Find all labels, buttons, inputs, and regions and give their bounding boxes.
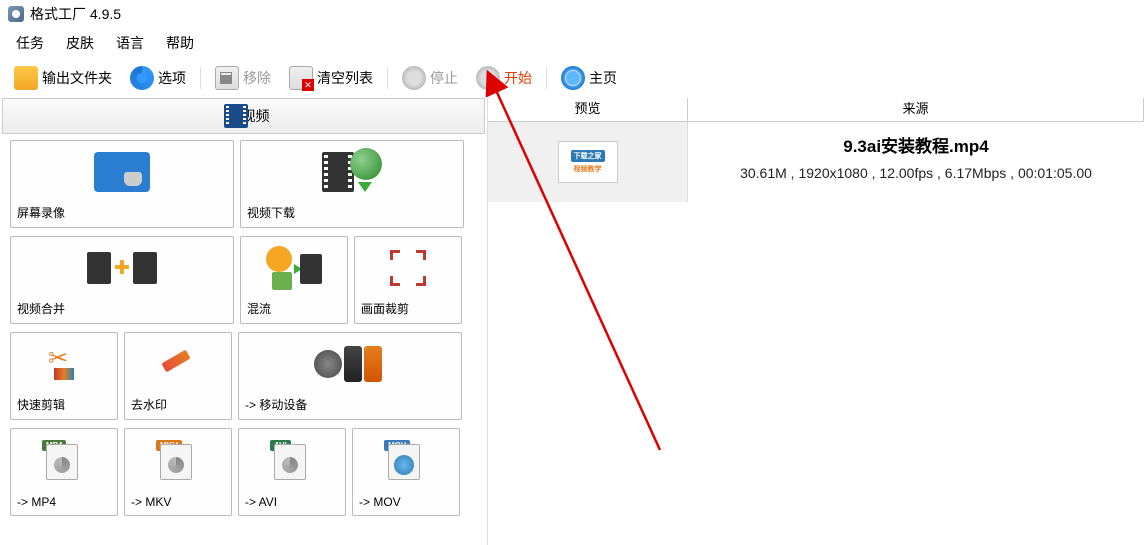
tile-remove-watermark[interactable]: 去水印 [124, 332, 232, 420]
tile-to-mobile[interactable]: -> 移动设备 [238, 332, 462, 420]
toolbar: 输出文件夹 选项 移除 清空列表 停止 开始 主页 [0, 58, 1144, 98]
tile-label: -> 移动设备 [243, 396, 457, 413]
left-pane: 视频 屏幕录像 视频下载 视频合并 混流 画面裁剪 [0, 98, 488, 545]
gear-icon [130, 66, 154, 90]
menu-lang[interactable]: 语言 [106, 30, 154, 56]
remove-label: 移除 [243, 68, 271, 88]
home-label: 主页 [589, 68, 617, 88]
tile-video-merge[interactable]: 视频合并 [10, 236, 234, 324]
folder-icon [14, 66, 38, 90]
thumbnail: 下载之家 视频教学 [558, 141, 618, 183]
app-title: 格式工厂 4.9.5 [30, 4, 121, 24]
tile-label: 混流 [245, 300, 343, 317]
category-bar-video[interactable]: 视频 [2, 98, 485, 134]
output-folder-button[interactable]: 输出文件夹 [6, 62, 120, 94]
output-folder-label: 输出文件夹 [42, 68, 112, 88]
column-preview[interactable]: 预览 [488, 98, 688, 121]
tile-to-mov[interactable]: MOV -> MOV [352, 428, 460, 516]
tile-crop[interactable]: 画面裁剪 [354, 236, 462, 324]
tile-video-download[interactable]: 视频下载 [240, 140, 464, 228]
tile-label: 屏幕录像 [15, 204, 229, 221]
clear-list-button[interactable]: 清空列表 [281, 62, 381, 94]
file-name: 9.3ai安装教程.mp4 [708, 132, 1124, 157]
column-headers: 预览 来源 [488, 98, 1144, 122]
menu-skin[interactable]: 皮肤 [56, 30, 104, 56]
column-source[interactable]: 来源 [688, 98, 1144, 121]
separator [387, 67, 388, 89]
document-x-icon [289, 66, 313, 90]
menubar: 任务 皮肤 语言 帮助 [0, 28, 1144, 58]
file-info: 30.61M , 1920x1080 , 12.00fps , 6.17Mbps… [708, 165, 1124, 181]
tile-grid: 屏幕录像 视频下载 视频合并 混流 画面裁剪 快速剪辑 [0, 134, 487, 522]
tile-mix[interactable]: 混流 [240, 236, 348, 324]
tile-quick-edit[interactable]: 快速剪辑 [10, 332, 118, 420]
gear-play-icon [476, 66, 500, 90]
tile-label: 去水印 [129, 396, 227, 413]
file-row[interactable]: 下载之家 视频教学 9.3ai安装教程.mp4 30.61M , 1920x10… [488, 122, 1144, 202]
app-icon [8, 6, 24, 22]
separator [200, 67, 201, 89]
separator [546, 67, 547, 89]
home-button[interactable]: 主页 [553, 62, 625, 94]
menu-help[interactable]: 帮助 [156, 30, 204, 56]
gear-stop-icon [402, 66, 426, 90]
start-button[interactable]: 开始 [468, 62, 540, 94]
right-pane: 预览 来源 下载之家 视频教学 9.3ai安装教程.mp4 30.61M , 1… [488, 98, 1144, 545]
stop-label: 停止 [430, 68, 458, 88]
tile-label: -> MKV [129, 495, 227, 509]
tile-label: 画面裁剪 [359, 300, 457, 317]
start-label: 开始 [504, 68, 532, 88]
globe-icon [561, 66, 585, 90]
source-cell: 9.3ai安装教程.mp4 30.61M , 1920x1080 , 12.00… [688, 122, 1144, 202]
tile-label: -> MOV [357, 495, 455, 509]
clear-label: 清空列表 [317, 68, 373, 88]
options-label: 选项 [158, 68, 186, 88]
tile-to-mkv[interactable]: MKV -> MKV [124, 428, 232, 516]
tile-label: 快速剪辑 [15, 396, 113, 413]
tile-to-avi[interactable]: AVI -> AVI [238, 428, 346, 516]
remove-button[interactable]: 移除 [207, 62, 279, 94]
tile-label: -> AVI [243, 495, 341, 509]
tile-to-mp4[interactable]: MP4 -> MP4 [10, 428, 118, 516]
preview-cell: 下载之家 视频教学 [488, 122, 688, 202]
tile-screen-recorder[interactable]: 屏幕录像 [10, 140, 234, 228]
tile-label: -> MP4 [15, 495, 113, 509]
content-area: 视频 屏幕录像 视频下载 视频合并 混流 画面裁剪 [0, 98, 1144, 545]
document-icon [215, 66, 239, 90]
titlebar: 格式工厂 4.9.5 [0, 0, 1144, 28]
tile-label: 视频下载 [245, 204, 459, 221]
tile-label: 视频合并 [15, 300, 229, 317]
options-button[interactable]: 选项 [122, 62, 194, 94]
stop-button[interactable]: 停止 [394, 62, 466, 94]
menu-task[interactable]: 任务 [6, 30, 54, 56]
film-icon [224, 104, 248, 128]
